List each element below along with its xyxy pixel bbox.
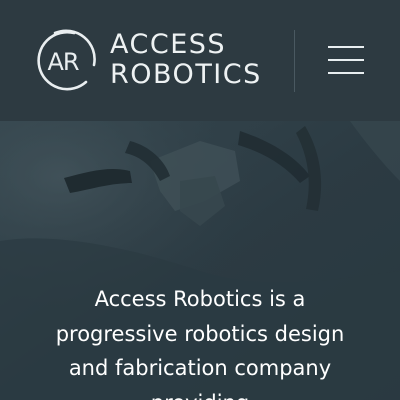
menu-bar-top [328, 46, 364, 48]
menu-bar-bottom [328, 72, 364, 74]
site-header: AR ACCESS ROBOTICS [0, 0, 400, 121]
menu-bar-middle [328, 59, 364, 61]
brand-line-2: ROBOTICS [110, 59, 262, 90]
hamburger-menu-icon[interactable] [328, 44, 364, 76]
brand-line-1: ACCESS [110, 29, 227, 60]
header-divider [294, 30, 295, 92]
hero-intro-text: Access Robotics is a progressive robotic… [55, 287, 345, 400]
ar-logo-icon[interactable]: AR [34, 29, 98, 93]
hero-section: Access Robotics is a progressive robotic… [0, 121, 400, 400]
brand-name[interactable]: ACCESS ROBOTICS [110, 30, 262, 90]
logo-monogram: AR [47, 48, 78, 76]
